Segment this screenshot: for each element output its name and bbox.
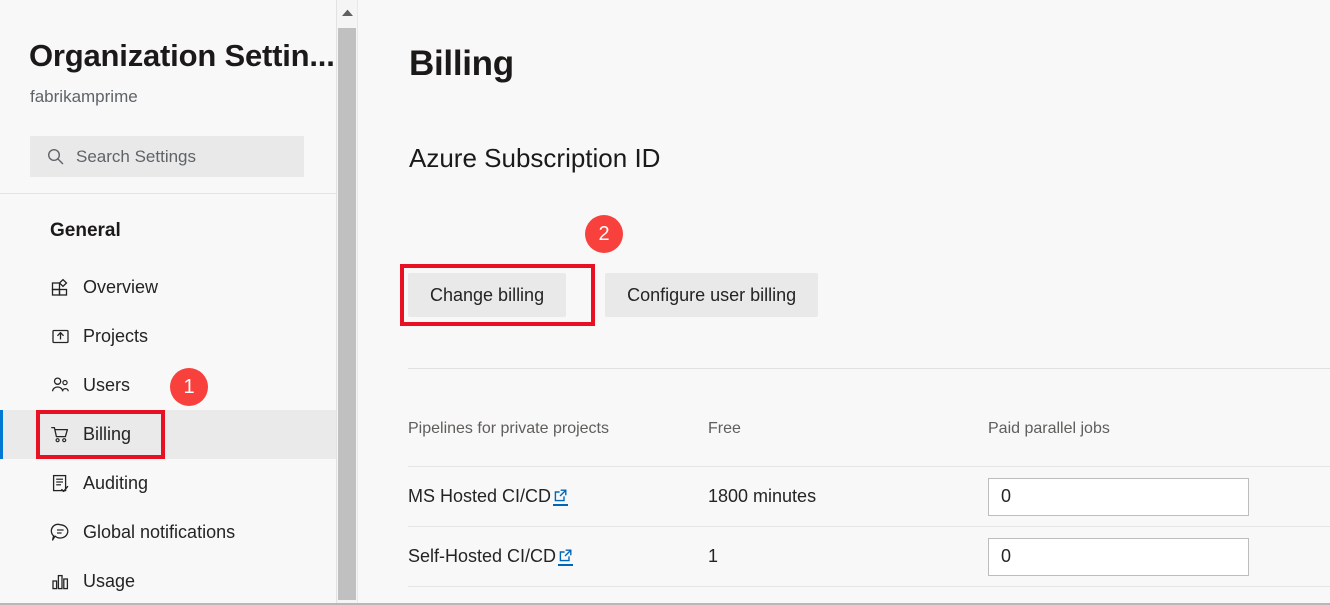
column-header-paid-parallel-jobs: Paid parallel jobs [988, 420, 1330, 467]
scrollbar-up-button[interactable] [337, 0, 357, 26]
sidebar-item-label: Usage [83, 571, 136, 591]
sidebar-nav-list: Overview Projects Users Billing Auditing… [0, 263, 336, 603]
sidebar-item-global-notifications[interactable]: Global notifications [0, 508, 336, 557]
sidebar-item-label: Users [83, 375, 131, 395]
content-divider [408, 368, 1330, 369]
change-billing-button[interactable]: Change billing [408, 273, 567, 317]
organization-name: fabrikamprime [30, 87, 138, 106]
external-link-icon[interactable] [553, 488, 569, 506]
external-link-icon[interactable] [558, 548, 574, 566]
organization-settings-window: Organization Settin... fabrikamprime Gen… [0, 0, 1330, 605]
scrollbar-thumb[interactable] [338, 28, 356, 600]
column-header-pipelines: Pipelines for private projects [408, 420, 708, 467]
billing-pipelines-table: Pipelines for private projects Free Paid… [408, 420, 1330, 587]
sidebar-item-usage[interactable]: Usage [0, 557, 336, 603]
pipeline-name-label: Self-Hosted CI/CD [408, 546, 557, 566]
free-value-cell: 1 [708, 526, 988, 587]
paid-parallel-jobs-input[interactable] [988, 537, 1249, 576]
sidebar-divider [0, 193, 336, 194]
sidebar-item-label: Billing [83, 424, 132, 444]
nav-group-label-general: General [50, 220, 121, 241]
sidebar-item-overview[interactable]: Overview [0, 263, 336, 312]
sidebar-item-billing[interactable]: Billing [0, 410, 336, 459]
users-people-icon [50, 375, 71, 396]
chevron-up-icon [341, 4, 354, 22]
auditing-clipboard-check-icon [50, 473, 71, 494]
settings-sidebar: Organization Settin... fabrikamprime Gen… [0, 0, 337, 603]
sidebar-item-label: Auditing [83, 473, 149, 493]
sidebar-item-users[interactable]: Users [0, 361, 336, 410]
usage-bar-chart-icon [50, 571, 71, 592]
sidebar-item-label: Global notifications [83, 522, 236, 542]
billing-action-buttons: Change billing Configure user billing [408, 273, 819, 317]
billing-cart-icon [50, 424, 71, 445]
overview-grid-icon [50, 277, 71, 298]
paid-parallel-jobs-input[interactable] [988, 477, 1249, 516]
search-input[interactable] [76, 146, 286, 167]
table-row: MS Hosted CI/CD 1800 minutes [408, 466, 1330, 527]
sidebar-scrollbar[interactable] [337, 0, 358, 603]
configure-user-billing-button[interactable]: Configure user billing [605, 273, 819, 317]
column-header-free: Free [708, 420, 988, 467]
sidebar-item-projects[interactable]: Projects [0, 312, 336, 361]
projects-upload-box-icon [50, 326, 71, 347]
table-header-row: Pipelines for private projects Free Paid… [408, 420, 1330, 467]
pipeline-name-label: MS Hosted CI/CD [408, 486, 552, 506]
table-row: Self-Hosted CI/CD 1 [408, 526, 1330, 587]
page-title: Billing [409, 44, 514, 83]
organization-title: Organization Settin... [29, 38, 335, 73]
sidebar-item-label: Overview [83, 277, 159, 297]
free-value-cell: 1800 minutes [708, 466, 988, 527]
pipeline-name-cell: Self-Hosted CI/CD [408, 546, 574, 567]
main-content: Billing Azure Subscription ID Change bil… [358, 0, 1330, 603]
section-title-azure-subscription-id: Azure Subscription ID [409, 143, 661, 173]
sidebar-item-label: Projects [83, 326, 149, 346]
search-settings-box[interactable] [30, 136, 304, 177]
notifications-speech-bubble-icon [50, 522, 71, 543]
search-icon [47, 148, 64, 165]
pipeline-name-cell: MS Hosted CI/CD [408, 486, 569, 507]
sidebar-item-auditing[interactable]: Auditing [0, 459, 336, 508]
